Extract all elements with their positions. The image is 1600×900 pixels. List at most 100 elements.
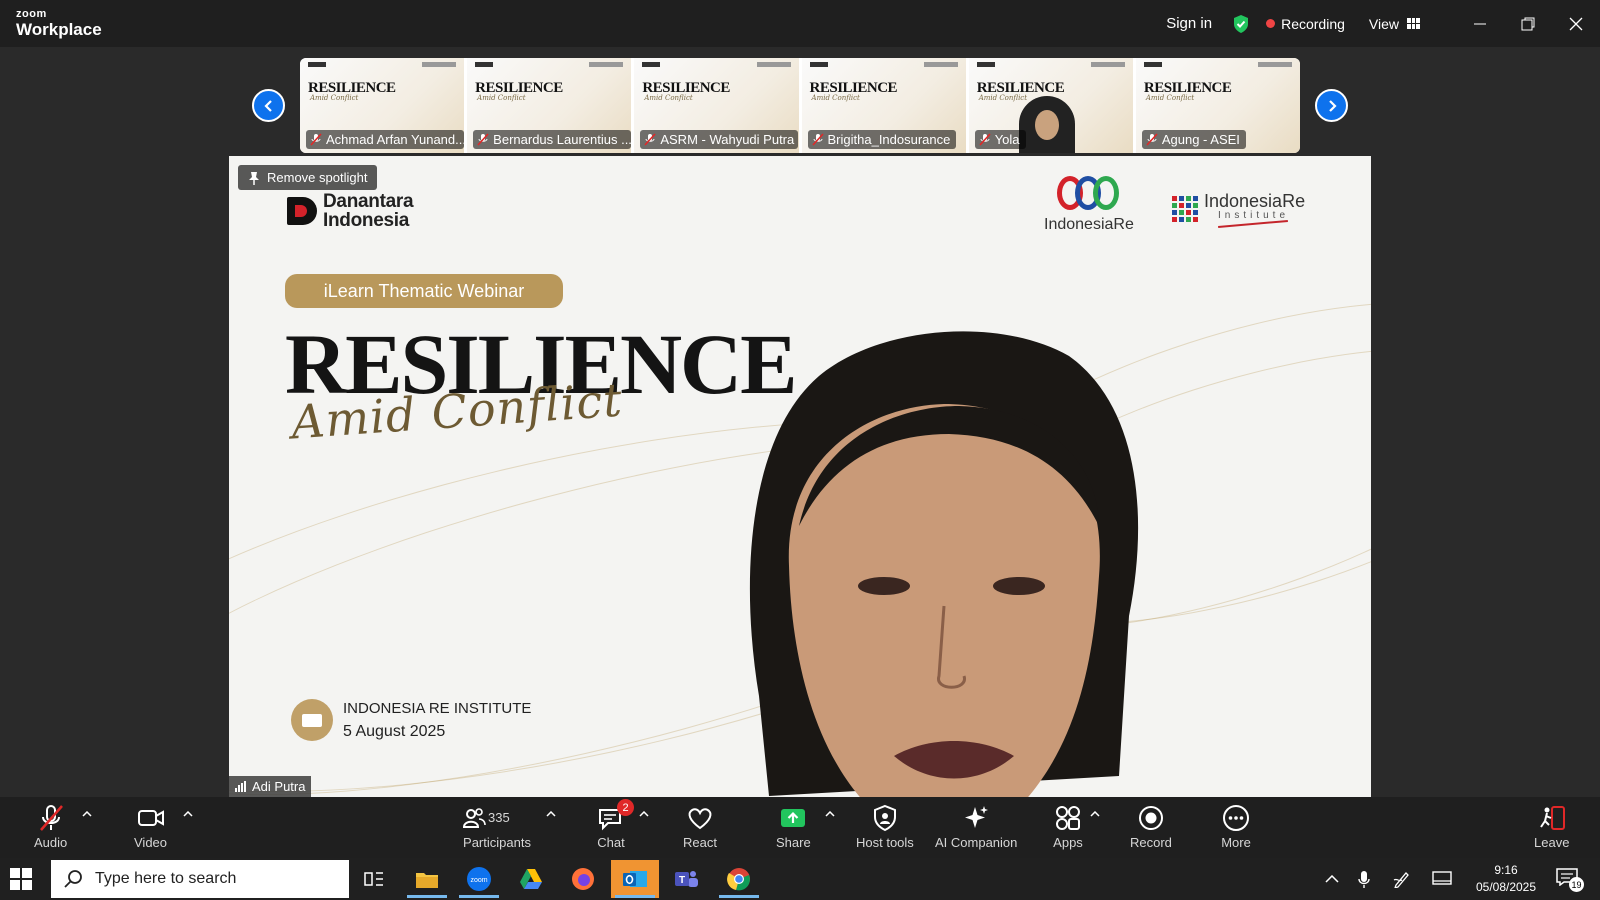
indonesiare-institute-logo: IndonesiaRe Institute [1172, 191, 1306, 229]
audio-button[interactable]: Audio [34, 803, 67, 850]
encryption-shield-icon[interactable] [1232, 14, 1250, 34]
mic-muted-icon [644, 133, 656, 146]
remove-spotlight-button[interactable]: Remove spotlight [238, 165, 378, 190]
sign-in-link[interactable]: Sign in [1166, 15, 1212, 32]
chat-button[interactable]: 2 Chat [596, 799, 634, 850]
host-tools-button[interactable]: Host tools [856, 803, 914, 850]
video-options-caret[interactable] [182, 809, 194, 819]
participant-tile[interactable]: RESILIENCE Amid Conflict Bernardus Laure… [467, 58, 632, 153]
audio-options-caret[interactable] [81, 809, 93, 819]
leave-door-icon [1539, 806, 1565, 830]
system-clock[interactable]: 9:16 05/08/2025 [1466, 862, 1546, 896]
participant-name-tag: ASRM - Wahyudi Putra [640, 130, 799, 149]
participants-label: Participants [463, 835, 531, 850]
teams-button[interactable]: T [663, 860, 711, 898]
meeting-toolbar: Audio Video 335 Participants 2 Chat Reac… [0, 797, 1600, 858]
more-label: More [1221, 835, 1251, 850]
chevron-up-icon [825, 811, 835, 817]
record-button[interactable]: Record [1130, 803, 1172, 850]
apps-label: Apps [1053, 835, 1083, 850]
share-options-caret[interactable] [824, 809, 836, 819]
notification-count-badge: 19 [1569, 877, 1584, 892]
participant-count: 335 [488, 810, 510, 825]
chrome-button[interactable] [715, 860, 763, 898]
outlook-button[interactable] [611, 860, 659, 898]
close-button[interactable] [1552, 0, 1600, 47]
thumb-sponsor-mark [1143, 62, 1162, 67]
notification-center-button[interactable]: 19 [1556, 868, 1584, 892]
danantara-text-1: Danantara [323, 191, 414, 212]
firefox-button[interactable] [559, 860, 607, 898]
thumb-sponsor-mark [422, 62, 457, 67]
recording-indicator[interactable]: Recording [1266, 16, 1345, 32]
thumb-sponsor-mark [923, 62, 958, 67]
apps-button[interactable]: Apps [1053, 803, 1083, 850]
strip-next-button[interactable] [1315, 89, 1348, 122]
more-button[interactable]: More [1221, 803, 1251, 850]
restore-icon [1521, 17, 1535, 30]
more-dots-icon [1223, 805, 1249, 831]
display-tray-button[interactable] [1422, 871, 1462, 887]
thumb-slide-subtitle: Amid Conflict [310, 94, 359, 102]
participant-thumbnails: RESILIENCE Amid Conflict Achmad Arfan Yu… [300, 58, 1300, 153]
file-explorer-button[interactable] [403, 860, 451, 898]
share-button[interactable]: Share [776, 803, 811, 850]
video-camera-icon [291, 699, 333, 741]
participants-button[interactable]: 335 Participants [462, 803, 532, 850]
participant-tile[interactable]: RESILIENCE Amid Conflict Achmad Arfan Yu… [300, 58, 465, 153]
participant-name: Achmad Arfan Yunand... [326, 132, 464, 147]
participant-tile[interactable]: RESILIENCE Amid Conflict ASRM - Wahyudi … [634, 58, 799, 153]
participant-tile[interactable]: RESILIENCE Amid Conflict Agung - ASEI [1135, 58, 1300, 153]
ai-companion-button[interactable]: AI Companion [935, 803, 1017, 850]
task-view-button[interactable] [350, 860, 398, 898]
video-label: Video [134, 835, 168, 850]
danantara-logo: Danantara Indonesia [287, 191, 414, 230]
participant-tile[interactable]: RESILIENCE Amid Conflict Brigitha_Indosu… [801, 58, 966, 153]
chat-options-caret[interactable] [638, 809, 650, 819]
zoom-logo: zoom Workplace [16, 8, 102, 39]
search-placeholder: Type here to search [95, 870, 237, 887]
apps-options-caret[interactable] [1089, 809, 1101, 819]
institute-text-1: IndonesiaRe [1204, 191, 1306, 211]
participants-options-caret[interactable] [545, 809, 557, 819]
restore-button[interactable] [1504, 0, 1552, 47]
microphone-icon [1358, 871, 1370, 888]
thumb-sponsor-mark [642, 62, 661, 67]
participant-name: Agung - ASEI [1161, 132, 1240, 147]
minimize-button[interactable] [1456, 0, 1504, 47]
show-hidden-icons-button[interactable] [1318, 875, 1346, 883]
share-screen-icon [781, 809, 806, 827]
pen-tray-button[interactable] [1382, 870, 1422, 888]
microphone-tray-button[interactable] [1346, 870, 1382, 888]
react-button[interactable]: React [683, 803, 717, 850]
indonesiare-logo: IndonesiaRe [1044, 176, 1134, 234]
search-icon [64, 870, 82, 888]
host-shield-icon [873, 804, 896, 832]
mic-muted-icon [811, 133, 824, 146]
zoom-taskbar-button[interactable]: zoom [455, 860, 503, 898]
participant-name-tag: Achmad Arfan Yunand... [306, 130, 464, 149]
zoom-app-icon: zoom [467, 867, 491, 891]
chevron-up-icon [1325, 875, 1339, 883]
spotlight-video[interactable]: Remove spotlight Danantara Indonesia Ind… [229, 156, 1371, 797]
recording-label: Recording [1281, 15, 1345, 32]
webinar-pill: iLearn Thematic Webinar [285, 274, 563, 308]
windows-start-icon[interactable] [10, 868, 32, 890]
chat-unread-badge: 2 [617, 799, 634, 816]
google-drive-button[interactable] [507, 860, 555, 898]
taskbar-search-box[interactable]: Type here to search [51, 860, 349, 898]
participants-icon [462, 808, 486, 828]
view-button[interactable]: View [1369, 16, 1420, 32]
svg-text:zoom: zoom [470, 877, 487, 884]
chevron-right-icon [1328, 99, 1337, 112]
strip-prev-button[interactable] [252, 89, 285, 122]
sparkle-icon [965, 806, 989, 828]
participant-name-tag: Bernardus Laurentius ... [473, 130, 632, 149]
participant-name-tag: Yola [974, 130, 1026, 149]
participant-tile[interactable]: RESILIENCE Amid Conflict Yola [968, 58, 1133, 153]
leave-button[interactable]: Leave [1534, 803, 1569, 850]
thumb-sponsor-mark [308, 62, 326, 67]
logo-text-top: zoom [16, 8, 47, 20]
indonesiare-rings-icon [1056, 176, 1121, 212]
video-button[interactable]: Video [134, 803, 167, 850]
